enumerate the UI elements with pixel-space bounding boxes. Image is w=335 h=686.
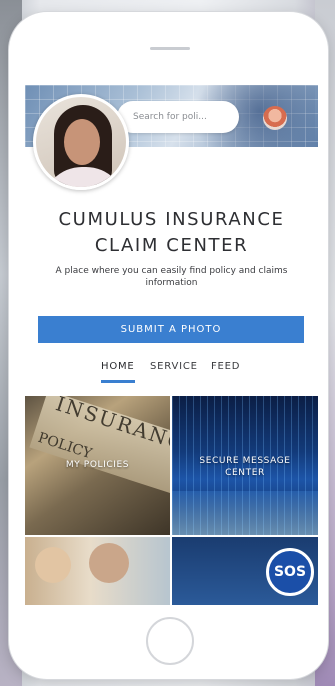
agent-photo [33, 94, 129, 190]
tile-image-person [35, 547, 71, 583]
active-tab-indicator [101, 380, 135, 383]
secure-message-label-line2: CENTER [225, 468, 265, 478]
my-policies-tile[interactable]: INSURANCE POLICY MY POLICIES [25, 396, 170, 535]
user-avatar[interactable] [263, 106, 287, 130]
page-title-line2: CLAIM CENTER [94, 235, 249, 256]
app-screen: CUMULUS INSURANCE CLAIM CENTER A place w… [25, 85, 318, 605]
sos-tile[interactable]: SOS [172, 537, 318, 605]
phone-speaker [150, 47, 190, 50]
search-box[interactable] [117, 101, 239, 133]
tab-feed[interactable]: FEED [211, 361, 240, 372]
page-title: CUMULUS INSURANCE CLAIM CENTER [25, 207, 318, 259]
tile-image-person [89, 543, 129, 583]
tab-service[interactable]: SERVICE [150, 361, 198, 372]
tab-bar: HOME SERVICE FEED [25, 361, 318, 385]
page-title-line1: CUMULUS INSURANCE [58, 209, 285, 230]
search-input[interactable] [131, 111, 239, 123]
submit-photo-button[interactable]: SUBMIT A PHOTO [38, 316, 304, 343]
my-policies-label: MY POLICIES [65, 460, 130, 470]
tab-home[interactable]: HOME [101, 361, 135, 372]
sos-button[interactable]: SOS [266, 548, 314, 596]
agent-face [64, 119, 100, 165]
page-subtitle: A place where you can easily find policy… [55, 266, 288, 288]
phone-home-button[interactable] [146, 617, 194, 665]
tile-image-floor [172, 491, 318, 535]
family-tile[interactable] [25, 537, 170, 605]
secure-message-label-line1: SECURE MESSAGE [199, 456, 291, 466]
tile-grid: INSURANCE POLICY MY POLICIES SECURE MESS… [25, 396, 318, 605]
secure-message-center-tile[interactable]: SECURE MESSAGE CENTER [172, 396, 318, 535]
secure-message-label: SECURE MESSAGE CENTER [172, 455, 318, 479]
